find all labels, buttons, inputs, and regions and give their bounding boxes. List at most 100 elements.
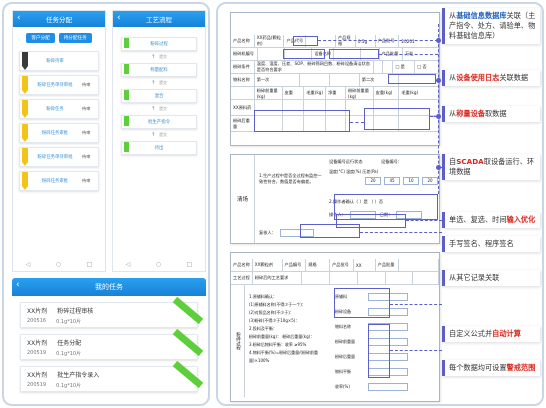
form3-step-line: 4.物料平衡(%)=粉碎后重量/(粉碎前重量)×100% [249,350,318,363]
task-card-label: 粉碎任务审批 [41,131,69,136]
task-line1: XX片剂 任务分配 [27,338,191,347]
callout-related-records: 从其它记录关联 [442,270,540,286]
callout-base-info: 从基础信息数据库关联（主产指令、处方、请验单、物料基础信息库） [442,8,540,44]
task-card[interactable]: 粉碎待审 [19,51,99,71]
form-cell[interactable] [258,48,286,60]
process-step[interactable]: 待出 [121,141,197,155]
form-cell[interactable] [374,61,384,73]
flag-icon [124,116,129,126]
process-step[interactable]: 称量配料 [121,63,197,77]
task-batch: 200519 [27,350,47,356]
tab-pending-tasks[interactable]: 待分配任务 [58,33,92,43]
nav-recent-icon[interactable]: □ [87,261,93,268]
nav-back-icon[interactable]: ◁ [126,261,131,268]
connector-dot-3 [436,114,441,119]
back-icon[interactable]: ‹ [16,280,20,290]
form-cell: 温度、湿度、压差、SOP、粉碎筛网目数、粉碎设备清洁状态是否符合要求 [255,61,374,73]
form-cell: 产品名称 [231,35,255,47]
highlight-box-3 [329,49,379,59]
process-step[interactable]: 批生产指令 [121,115,197,129]
flag-icon [22,148,28,166]
arrow-up-icon: ↑ 提交 [151,106,167,112]
highlight-box-9 [336,214,406,228]
flag-icon [124,142,129,152]
form-cell[interactable] [383,61,394,73]
form-cell[interactable] [300,74,331,86]
phone1-tabs: 客户分配 待分配任务 [13,27,105,47]
task-card-status: 待审 [82,178,91,183]
process-step-label: 混合 [154,94,164,99]
callout2-highlight: 设备使用日志 [456,73,500,82]
task-name: 任务分配 [57,340,82,347]
task-card[interactable]: 粉碎任务 待审 [19,99,99,119]
task-card-status: 待审 [82,82,91,87]
task-card[interactable]: 粉碎任务单待审批 待审 [19,147,99,167]
form2-env-values: 20 45 10 20 [365,177,438,185]
form-cell: 粉碎前重量(kg) [346,87,374,99]
form-cell: □ 否 [415,61,439,73]
callout6-text: 手写签名、程序签名 [449,239,514,248]
task-card[interactable]: 粉碎任务单待审批 待审 [19,75,99,95]
highlight-box-4 [388,74,436,84]
form-cell[interactable] [330,74,360,86]
form-cell: XX药品(颗粒剂) [255,35,285,47]
pressure2-field[interactable]: 20 [422,177,438,185]
phone1-nav: ◁ ○ □ [13,261,105,268]
form-cell[interactable] [413,272,439,284]
task-name: 粉碎过程审核 [57,308,94,315]
form-cell[interactable] [302,272,331,284]
form-cell[interactable] [399,259,440,271]
form-cell[interactable] [358,272,386,284]
form-cell: XX原料药 [231,100,255,115]
callout-weighing: 从称量设备取数据 [442,106,540,122]
form-cell: 粉碎条件 [231,61,255,73]
callout-auto-calc: 自定义公式并自动计算 [442,326,540,342]
process-step[interactable]: 粉碎过程 [121,37,197,51]
task-card[interactable]: 粉碎任务审批 待审 [19,171,99,191]
my-task-item[interactable]: XX片剂 任务分配 200519 0.1g*10片 [20,328,204,360]
callout-alert-range: 每个数据均可设置警戒范围 [442,360,540,376]
form-cell[interactable] [231,87,255,99]
connector-2 [379,54,438,55]
nav-back-icon[interactable]: ◁ [26,261,31,268]
form-cell: 净重 [326,87,346,99]
task-card[interactable]: 粉碎任务审批 待审 [19,123,99,143]
form-cell: □ 是 [393,61,416,73]
phone-task-assignment: ‹ 任务分配 客户分配 待分配任务 粉碎待审 粉碎任务单待审批 待审 粉碎任务 待审 粉碎… [12,10,106,272]
form-cell[interactable] [330,272,358,284]
process-step-label: 粉碎过程 [150,42,168,47]
form3-step-line: 粉碎前重量(kg)： 粉碎后重量(kg)： [249,334,315,339]
form-cell: 产品批号 [376,35,400,47]
nav-recent-icon[interactable]: □ [187,261,193,268]
my-task-item[interactable]: XX片剂 粉碎过程审核 200516 0.1g*10片 [20,296,204,328]
temperature-field[interactable]: 20 [365,177,381,185]
nav-home-icon[interactable]: ○ [156,261,161,268]
form3-step-line: 1.原辅料确认： [249,294,277,299]
form-cell: 产品编号 [283,259,307,271]
form3-step-line: (2)对照品名称(不少于)： [249,310,294,315]
form-cell: XX颗粒剂 [253,259,283,271]
form-cell[interactable] [386,272,414,284]
connector-dot-1 [436,38,441,43]
process-step[interactable]: 混合 [121,89,197,103]
humidity-field[interactable]: 45 [384,177,400,185]
back-icon[interactable]: ‹ [117,13,121,23]
form3-field-input[interactable] [368,382,408,391]
my-task-item[interactable]: XX片剂 批生产指令录入 200519 0.1g*10片 [20,360,204,392]
callout9-pre: 每个数据均可设置 [449,363,507,372]
task-spec: 0.1g*10片 [56,351,82,357]
form-cell: 粉碎前重量(kg) [255,87,283,99]
pressure-field[interactable]: 10 [403,177,419,185]
connector-10 [390,350,442,351]
nav-home-icon[interactable]: ○ [56,261,61,268]
tab-customer-assign[interactable]: 客户分配 [26,33,55,43]
arrow-note: 提交 [159,54,167,59]
phone3-header: ‹ 我的任务 [12,278,206,296]
form3-step-line: (3)粉碎(不得少于10g×5)： [249,318,300,323]
back-icon[interactable]: ‹ [17,13,21,23]
form-cell: 皮重(kg) [374,87,400,99]
flag-icon [22,124,28,142]
form2-item1: 1.生产过程中是否全过程有监控一致性符合，数值是否有偏差。 [259,173,322,184]
arrow-up-icon: ↑ 提交 [151,132,167,138]
form1-row-weight-headers: 粉碎前重量(kg) 皮重 毛重(kg) 净重 粉碎前重量(kg) 皮重(kg) 毛重(kg) [231,87,440,100]
